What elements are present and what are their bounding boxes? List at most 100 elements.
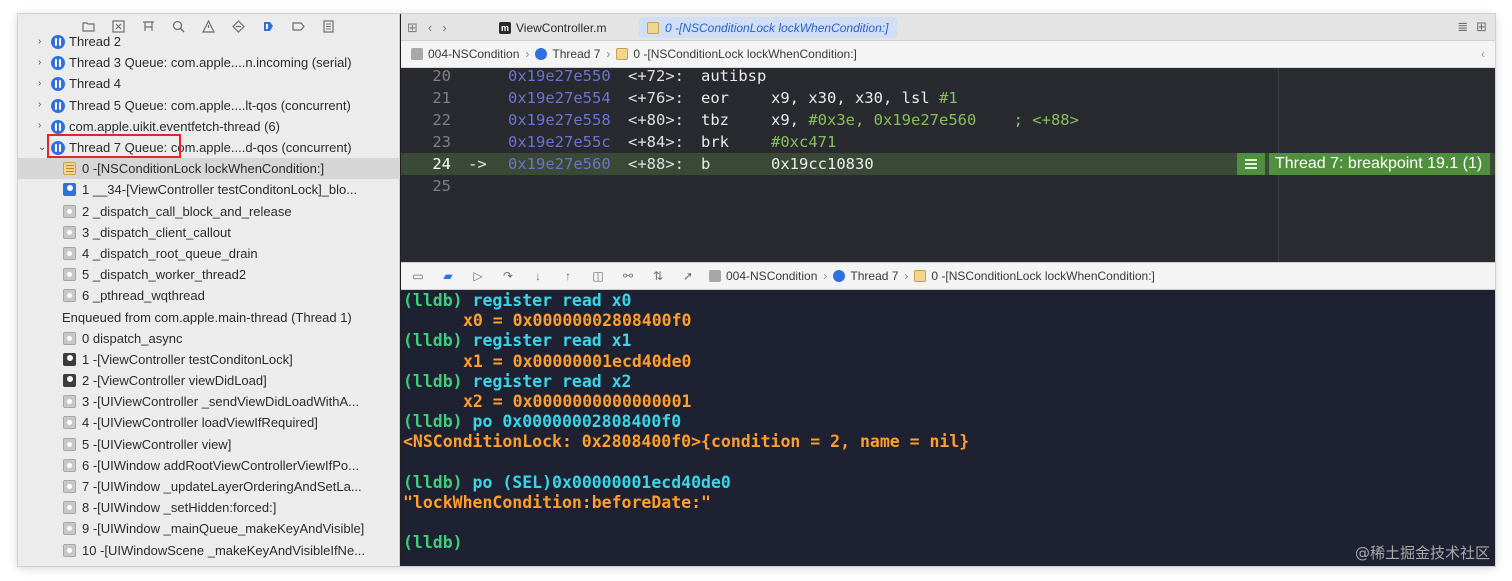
thread-row[interactable]: › Thread 2 — [18, 31, 400, 52]
hide-console-icon[interactable]: ▭ — [411, 269, 425, 283]
stack-frame-row[interactable]: 8 -[UIWindow _setHidden:forced:] — [18, 497, 400, 518]
crumb-frame[interactable]: 0 -[NSConditionLock lockWhenCondition:] — [914, 269, 1155, 283]
current-instruction-line[interactable]: 24 -> 0x19e27e560 <+88>: b 0x19cc10830 Thread … — [401, 153, 1495, 175]
environment-icon[interactable]: ⇅ — [651, 269, 665, 283]
thread-row[interactable]: › Thread 5 Queue: com.apple....lt-qos (co… — [18, 95, 400, 116]
step-into-icon[interactable]: ↓ — [531, 269, 545, 283]
instruction-line[interactable]: 23 0x19e27e55c <+84>: brk #0xc471 — [401, 131, 1495, 153]
watermark: @稀土掘金技术社区 — [1354, 544, 1490, 562]
xcode-window: › Thread 2 › Thread 3 Queue: com.apple....n… — [18, 14, 1495, 566]
disclosure-right-icon[interactable]: › — [38, 57, 48, 68]
forward-arrow-icon[interactable]: › — [442, 20, 446, 36]
enqueued-row[interactable]: Enqueued from com.apple.main-thread (Thr… — [18, 306, 400, 327]
stack-frame-row[interactable]: 0 dispatch_async — [18, 328, 400, 349]
instruction-offset: <+76>: — [628, 89, 684, 107]
stack-frame-row[interactable]: 4 _dispatch_root_queue_drain — [18, 243, 400, 264]
stack-frame-row[interactable]: 0 -[NSConditionLock lockWhenCondition:] — [18, 158, 400, 180]
lldb-console[interactable]: (lldb) register read x0 x0 = 0x0000000280… — [401, 290, 1495, 566]
system-frame-icon — [63, 395, 76, 409]
system-frame-icon — [63, 479, 76, 493]
stack-frame-row[interactable]: 6 -[UIWindow addRootViewControllerViewIf… — [18, 455, 400, 476]
disclosure-right-icon[interactable]: › — [38, 121, 48, 131]
stack-frame-row[interactable]: 5 _dispatch_worker_thread2 — [18, 264, 400, 285]
tab-viewcontroller[interactable]: m ViewController.m — [491, 17, 621, 38]
thread-row[interactable]: › com.apple.uikit.eventfetch-thread (6) — [18, 116, 400, 137]
stack-frame-row[interactable]: 4 -[UIViewController loadViewIfRequired] — [18, 412, 400, 433]
instruction-line[interactable]: 20 0x19e27e550 <+72>: autibsp — [401, 65, 1495, 87]
stack-frame-row[interactable]: 1 -[ViewController testConditonLock] — [18, 349, 400, 370]
crumb-thread[interactable]: Thread 7 — [833, 269, 898, 283]
breakpoints-toggle-icon[interactable]: ▰ — [441, 269, 455, 283]
chevron-right-icon: › — [904, 269, 909, 283]
instruction-line[interactable]: 22 0x19e27e558 <+80>: tbz x9, #0x3e, 0x19e27… — [401, 109, 1495, 131]
stack-frame-row[interactable]: 9 -[UIWindow _mainQueue_makeKeyAndVisibl… — [18, 518, 400, 539]
lldb-prompt: (lldb) — [403, 371, 463, 391]
console-output-line: "lockWhenCondition:beforeDate:" — [403, 493, 711, 512]
crumb-frame[interactable]: 0 -[NSConditionLock lockWhenCondition:] — [616, 47, 857, 61]
disclosure-down-icon[interactable]: ⌄ — [38, 142, 48, 153]
folder-icon — [709, 270, 721, 282]
tab-label: 0 -[NSConditionLock lockWhenCondition:] — [665, 20, 889, 35]
line-number: 23 — [432, 133, 451, 151]
thread-row[interactable]: ⌄ Thread 7 Queue: com.apple....d-qos (con… — [18, 137, 400, 158]
stack-frame-row[interactable]: 6 _pthread_wqthread — [18, 285, 400, 306]
disclosure-right-icon[interactable]: › — [38, 36, 48, 47]
disassembly-view[interactable]: 20 0x19e27e550 <+72>: autibsp 21 0x19e27e554 <… — [401, 65, 1495, 262]
thread-icon — [51, 35, 65, 49]
mnemonic: eor — [701, 89, 729, 107]
stack-frame-row[interactable]: 7 -[UIWindow _updateLayerOrderingAndSetL… — [18, 476, 400, 497]
thread-label: com.apple.uikit.eventfetch-thread (6) — [69, 118, 280, 134]
back-arrow-icon[interactable]: ‹ — [428, 20, 432, 36]
stack-frame-row[interactable]: 10 -[UIWindowScene _makeKeyAndVisibleIfN… — [18, 540, 400, 561]
instruction-line[interactable]: 21 0x19e27e554 <+76>: eor x9, x30, x30, lsl … — [401, 87, 1495, 109]
tab-disassembly[interactable]: 0 -[NSConditionLock lockWhenCondition:] — [639, 17, 897, 38]
operand-comment: , 0x19e27e560 ; <+88> — [855, 111, 1079, 129]
enqueued-label: Enqueued from com.apple.main-thread (Thr… — [62, 309, 352, 325]
thread-icon — [51, 56, 65, 71]
console-output-line: x1 = 0x00000001ecd40de0 — [463, 351, 692, 371]
thread-list: › Thread 2 › Thread 3 Queue: com.apple....n… — [18, 31, 400, 561]
stack-frame-row[interactable]: 3 -[UIViewController _sendViewDidLoadWit… — [18, 391, 400, 412]
continue-icon[interactable]: ▷ — [471, 269, 485, 283]
editor-options: ≣ ⊞ — [1457, 19, 1487, 35]
view-hierarchy-icon[interactable]: ◫ — [591, 269, 605, 283]
crumb-project[interactable]: 004-NSCondition — [709, 269, 817, 283]
stack-frame-row[interactable]: 2 -[ViewController viewDidLoad] — [18, 370, 400, 391]
warning-nav-icon[interactable]: ‹ — [1481, 47, 1485, 61]
frame-label: 4 -[UIViewController loadViewIfRequired] — [82, 415, 318, 431]
grid-icon[interactable]: ⊞ — [407, 20, 418, 36]
immediate-value: #1 — [938, 89, 958, 107]
crumb-thread[interactable]: Thread 7 — [535, 47, 600, 61]
chevron-right-icon: › — [606, 47, 611, 61]
list-icon[interactable]: ≣ — [1457, 19, 1468, 35]
thread-row[interactable]: › Thread 4 — [18, 73, 400, 94]
stack-frame-row[interactable]: 1 __34-[ViewController testConditonLock]… — [18, 179, 400, 200]
disclosure-right-icon[interactable]: › — [38, 78, 48, 89]
frame-label: 6 -[UIWindow addRootViewControllerViewIf… — [82, 457, 359, 473]
instruction-address: 0x19e27e554 — [508, 89, 611, 107]
command-text: po (SEL)0x00000001ecd40de0 — [462, 472, 731, 492]
step-out-icon[interactable]: ↑ — [561, 269, 575, 283]
crumb-project[interactable]: 004-NSCondition — [411, 47, 519, 61]
system-frame-icon — [63, 543, 76, 557]
hamburger-icon[interactable] — [1237, 153, 1265, 175]
stack-frame-row[interactable]: 2 _dispatch_call_block_and_release — [18, 201, 400, 222]
line-number: 24 — [432, 155, 451, 173]
step-over-icon[interactable]: ↷ — [501, 269, 515, 283]
location-icon[interactable]: ➚ — [681, 269, 695, 283]
disclosure-right-icon[interactable]: › — [38, 100, 48, 110]
instruction-address: 0x19e27e560 — [508, 155, 611, 173]
instruction-line[interactable]: 25 — [401, 175, 1495, 197]
instruction-offset: <+80>: — [628, 111, 684, 129]
system-frame-icon — [63, 289, 76, 303]
command-text: register read x2 — [462, 371, 632, 391]
thread-row[interactable]: › Thread 3 Queue: com.apple....n.incoming… — [18, 52, 400, 73]
breakpoint-annotation[interactable]: Thread 7: breakpoint 19.1 (1) — [1237, 153, 1491, 175]
stack-frame-row[interactable]: 5 -[UIViewController view] — [18, 434, 400, 455]
add-editor-icon[interactable]: ⊞ — [1476, 19, 1487, 35]
memory-graph-icon[interactable]: ⚯ — [621, 269, 635, 283]
stack-frame-row[interactable]: 3 _dispatch_client_callout — [18, 222, 400, 243]
system-frame-icon — [63, 246, 76, 260]
frame-label: 2 -[ViewController viewDidLoad] — [82, 373, 267, 389]
operand-text: x9, — [771, 111, 809, 129]
